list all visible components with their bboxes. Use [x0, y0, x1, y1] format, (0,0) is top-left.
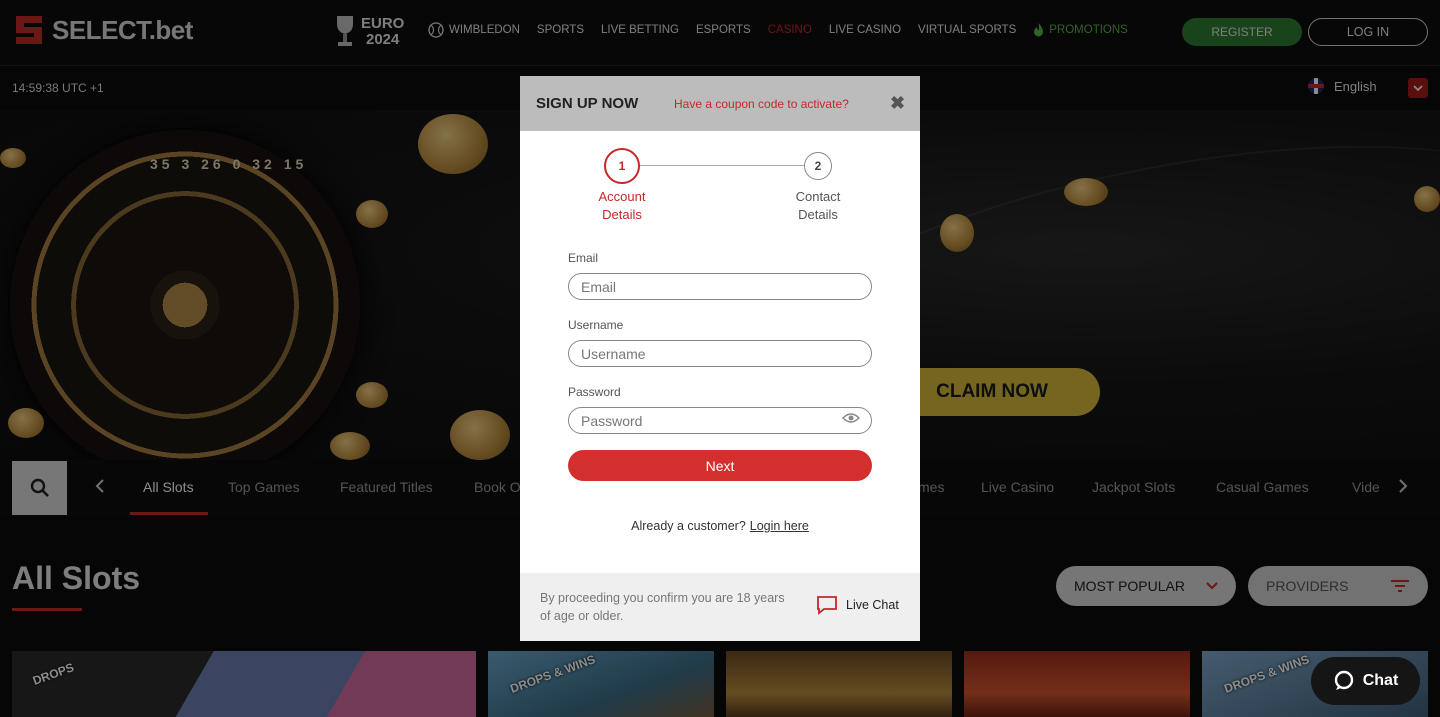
chat-icon — [1334, 670, 1353, 690]
chat-widget-button[interactable]: Chat — [1311, 657, 1420, 705]
show-password-eye-icon[interactable] — [842, 412, 860, 424]
modal-title: SIGN UP NOW — [536, 95, 639, 112]
email-label: Email — [568, 251, 599, 265]
username-label: Username — [568, 318, 624, 332]
coupon-code-link[interactable]: Have a coupon code to activate? — [674, 97, 849, 111]
step-1-indicator: 1 — [604, 148, 640, 184]
live-chat-link[interactable]: Live Chat — [816, 595, 899, 615]
step-2-indicator: 2 — [804, 152, 832, 180]
password-label: Password — [568, 385, 621, 399]
password-field[interactable] — [568, 407, 872, 434]
signup-modal: SIGN UP NOW Have a coupon code to activa… — [520, 76, 920, 641]
already-customer-text: Already a customer? Login here — [631, 519, 809, 533]
chat-bubble-icon — [817, 596, 837, 615]
login-here-link[interactable]: Login here — [750, 519, 809, 533]
modal-header: SIGN UP NOW Have a coupon code to activa… — [520, 76, 920, 131]
step-1-label: Account Details — [598, 189, 646, 222]
stepper-line — [639, 165, 804, 166]
modal-footer: By proceeding you confirm you are 18 yea… — [520, 573, 920, 641]
username-field[interactable] — [568, 340, 872, 367]
next-button[interactable]: Next — [568, 450, 872, 481]
age-confirmation-notice: By proceeding you confirm you are 18 yea… — [540, 591, 785, 623]
email-field[interactable] — [568, 273, 872, 300]
step-2-label: Contact Details — [795, 189, 841, 222]
close-icon[interactable]: ✖ — [890, 93, 905, 114]
